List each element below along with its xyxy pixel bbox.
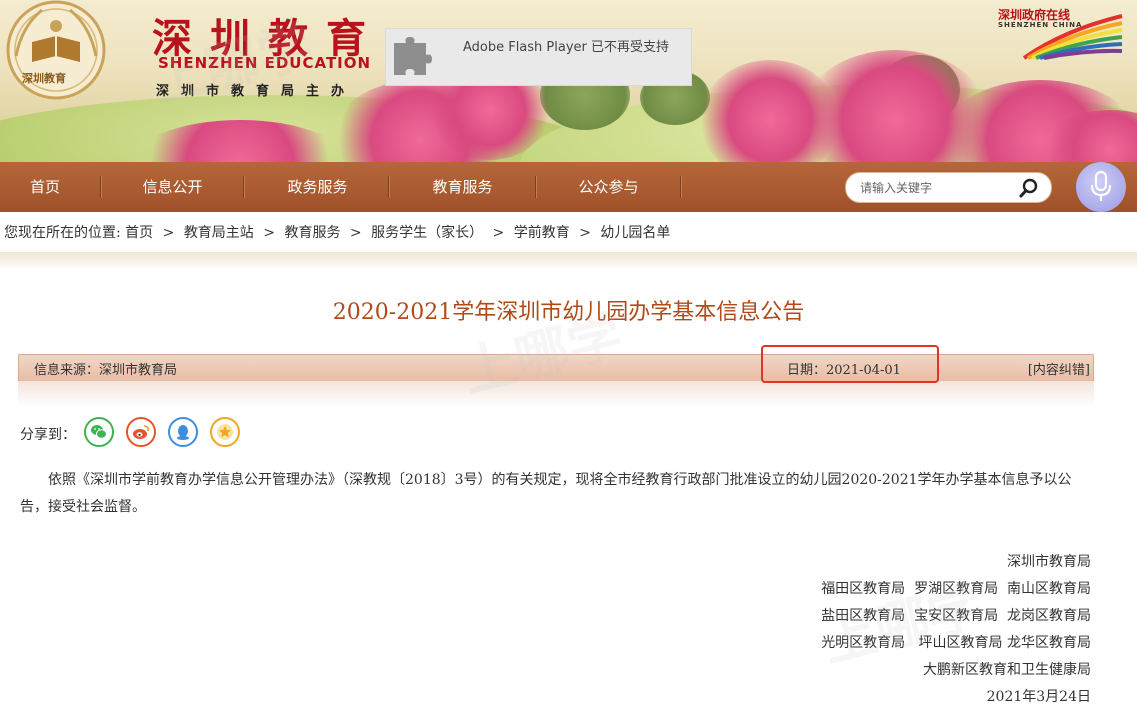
nav-divider (100, 176, 101, 198)
wechat-icon (91, 425, 107, 439)
microphone-icon (1090, 171, 1112, 201)
header-banner: 深圳教育 深圳教育 SHENZHEN EDUCATION 深圳市教育局主办 Ad… (0, 0, 1137, 162)
share-label: 分享到： (20, 427, 76, 443)
breadcrumb-link[interactable]: 教育服务 (284, 225, 340, 241)
breadcrumb-link[interactable]: 首页 (125, 225, 153, 241)
share-qq-button[interactable] (168, 417, 198, 447)
nav-divider (535, 176, 536, 198)
signature-line: 深圳市教育局 (1007, 554, 1091, 570)
qq-icon (177, 425, 189, 440)
shenzhen-gov-logo[interactable]: 深圳政府在线 SHENZHEN CHINA (996, 4, 1126, 60)
share-wechat-button[interactable] (84, 417, 114, 447)
signature-line: 盐田区教育局 宝安区教育局 龙岗区教育局 (821, 608, 1091, 624)
breadcrumb-link[interactable]: 学前教育 (514, 225, 570, 241)
breadcrumb-current[interactable]: 幼儿园名单 (600, 225, 670, 241)
breadcrumb-link[interactable]: 服务学生（家长） (371, 225, 483, 241)
article-source: 信息来源：深圳市教育局 (34, 363, 178, 378)
weibo-icon (133, 425, 149, 439)
breadcrumb: 您现在所在的位置: 首页 > 教育局主站 > 教育服务 > 服务学生（家长） >… (4, 222, 670, 242)
breadcrumb-separator: > (579, 225, 591, 241)
info-bar-shadow (18, 381, 1094, 407)
content-correction-link[interactable]: [内容纠错] (1028, 359, 1090, 378)
nav-divider (243, 176, 244, 198)
favorite-icon (217, 424, 233, 440)
voice-search-button[interactable] (1076, 162, 1126, 212)
share-weibo-button[interactable] (126, 417, 156, 447)
content-top-shade (0, 252, 1137, 270)
nav-item-gov-services[interactable]: 政务服务 (265, 162, 370, 212)
article-body: 依照《深圳市学前教育办学信息公开管理办法》（深教规〔2018〕3号）的有关规定，… (20, 472, 1072, 515)
signature-line: 光明区教育局 坪山区教育局 龙华区教育局 (821, 635, 1091, 651)
nav-item-edu-services[interactable]: 教育服务 (410, 162, 515, 212)
rainbow-swoosh-icon (1022, 14, 1123, 60)
breadcrumb-prefix: 您现在所在的位置: (4, 225, 121, 241)
signature-date: 2021年3月24日 (986, 689, 1091, 705)
date-highlight-box (761, 345, 939, 383)
signature-line: 大鹏新区教育和卫生健康局 (923, 662, 1091, 678)
nav-divider (388, 176, 389, 198)
nav-item-home[interactable]: 首页 (10, 162, 80, 212)
puzzle-plugin-icon (394, 37, 432, 75)
search-input[interactable] (858, 178, 1012, 198)
breadcrumb-separator: > (349, 225, 362, 241)
breadcrumb-separator: > (162, 225, 175, 241)
education-emblem-icon (6, 0, 106, 100)
search-icon[interactable] (1017, 176, 1041, 200)
nav-divider (680, 176, 681, 198)
flash-message: Adobe Flash Player 已不再受支持 (462, 40, 670, 55)
breadcrumb-link[interactable]: 教育局主站 (184, 225, 254, 241)
emblem-text: 深圳教育 (22, 72, 66, 85)
add-favorite-button[interactable] (210, 417, 240, 447)
article-title: 2020-2021学年深圳市幼儿园办学基本信息公告 (332, 300, 805, 325)
flash-plugin-placeholder: Adobe Flash Player 已不再受支持 (385, 28, 692, 86)
breadcrumb-separator: > (263, 225, 275, 241)
site-logo-subtitle: 深圳市教育局主办 (156, 84, 357, 99)
signature-line: 福田区教育局 罗湖区教育局 南山区教育局 (821, 581, 1091, 597)
nav-item-public-participation[interactable]: 公众参与 (556, 162, 661, 212)
nav-item-info-disclosure[interactable]: 信息公开 (120, 162, 225, 212)
search-box (845, 172, 1052, 203)
breadcrumb-separator: > (492, 225, 505, 241)
site-logo-english: SHENZHEN EDUCATION (158, 54, 372, 72)
